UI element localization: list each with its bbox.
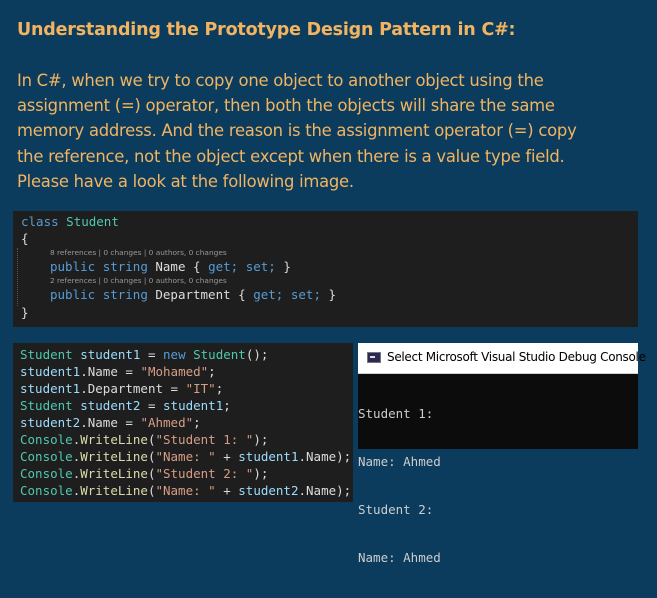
accessor-brace: } [328, 287, 337, 302]
string-literal: "Name: " [155, 449, 216, 464]
article-paragraph: In C#, when we try to copy one object to… [17, 68, 647, 194]
console-title-bar: Select Microsoft Visual Studio Debug Con… [358, 343, 646, 374]
class-code-block: class Student { 8 references | 0 changes… [13, 211, 638, 327]
accessor-brace: } [283, 259, 291, 274]
method-writeline: WriteLine [80, 449, 148, 464]
console-line: Student 1: [358, 406, 434, 421]
string-literal: "Name: " [155, 483, 216, 498]
accessor-brace: { [193, 259, 201, 274]
class-console: Console [20, 466, 73, 481]
paragraph-line: memory address. And the reason is the as… [17, 121, 577, 141]
keyword-public: public [50, 259, 96, 274]
operator: = [140, 347, 164, 362]
keyword-public: public [50, 287, 96, 302]
variable: student2 [20, 415, 81, 430]
member-access: .Department = [80, 381, 186, 396]
console-window-icon [367, 352, 381, 363]
console-title: Select Microsoft Visual Studio Debug Con… [387, 350, 646, 364]
variable: student1 [20, 364, 81, 379]
keyword-string: string [102, 287, 148, 302]
punctuation: ; [193, 415, 201, 430]
punctuation: (); [245, 347, 269, 362]
paragraph-line: assignment (=) operator, then both the o… [17, 96, 555, 116]
open-brace: { [21, 231, 29, 246]
punctuation: ; [215, 381, 224, 396]
console-output: Student 1: Name: Ahmed Student 2: Name: … [358, 374, 441, 598]
variable: student1 [163, 398, 224, 413]
code-line: Console.WriteLine("Name: " + student1.Na… [20, 449, 351, 464]
indent-guide [17, 248, 18, 306]
punctuation: ); [336, 483, 352, 498]
class-name: Student [66, 214, 119, 229]
property-name: Name [155, 259, 186, 274]
variable: student2 [80, 398, 141, 413]
keyword-set: set; [245, 259, 276, 274]
variable: student1 [238, 449, 299, 464]
method-writeline: WriteLine [80, 483, 148, 498]
code-line: Console.WriteLine("Student 1: "); [20, 432, 268, 447]
code-line: student1.Department = "IT"; [20, 381, 223, 396]
punctuation: ); [253, 466, 269, 481]
keyword-class: class [21, 214, 59, 229]
operator: + [215, 483, 239, 498]
code-line: Student student1 = new Student(); [20, 347, 268, 362]
paragraph-line: the reference, not the object except whe… [17, 146, 565, 166]
keyword-set: set; [290, 287, 321, 302]
code-line: student2.Name = "Ahmed"; [20, 415, 201, 430]
class-console: Console [20, 432, 73, 447]
operator: = [140, 398, 164, 413]
type-name: Student [20, 347, 73, 362]
keyword-get: get; [253, 287, 284, 302]
variable: student1 [80, 347, 141, 362]
close-brace: } [21, 305, 29, 320]
punctuation: ; [208, 364, 216, 379]
keyword-string: string [102, 259, 148, 274]
property-department: Department [155, 287, 231, 302]
code-line-prop-name: public string Name { get; set; } [50, 259, 291, 274]
codelens-info: 8 references | 0 changes | 0 authors, 0 … [50, 248, 227, 257]
code-line: Student student2 = student1; [20, 398, 231, 413]
type-name: Student [20, 398, 73, 413]
console-line: Name: Ahmed [358, 550, 441, 565]
type-name: Student [193, 347, 246, 362]
string-literal: "Ahmed" [140, 415, 194, 430]
punctuation: ); [253, 432, 269, 447]
paragraph-line: Please have a look at the following imag… [17, 171, 354, 191]
operator: + [215, 449, 239, 464]
class-console: Console [20, 483, 73, 498]
console-line: Name: Ahmed [358, 454, 441, 469]
keyword-new: new [163, 347, 186, 362]
variable: student2 [238, 483, 299, 498]
code-line-prop-department: public string Department { get; set; } [50, 287, 336, 302]
main-code-block: Student student1 = new Student(); studen… [13, 343, 353, 502]
string-literal: "Student 2: " [155, 466, 254, 481]
accessor-brace: { [238, 287, 246, 302]
code-line: Console.WriteLine("Name: " + student2.Na… [20, 483, 351, 498]
keyword-get: get; [208, 259, 239, 274]
method-writeline: WriteLine [80, 432, 148, 447]
console-line: Student 2: [358, 502, 434, 517]
punctuation: ); [336, 449, 352, 464]
class-console: Console [20, 449, 73, 464]
punctuation: ; [223, 398, 231, 413]
article-heading: Understanding the Prototype Design Patte… [17, 20, 516, 40]
codelens-info: 2 references | 0 changes | 0 authors, 0 … [50, 276, 227, 285]
debug-console-window: Select Microsoft Visual Studio Debug Con… [358, 343, 646, 565]
member-access: .Name = [80, 364, 141, 379]
member-access: .Name [298, 449, 337, 464]
paragraph-line: In C#, when we try to copy one object to… [17, 71, 544, 90]
member-access: .Name = [80, 415, 141, 430]
code-line-class: class Student [21, 214, 119, 229]
string-literal: "Student 1: " [155, 432, 254, 447]
string-literal: "IT" [185, 381, 216, 396]
member-access: .Name [298, 483, 337, 498]
string-literal: "Mohamed" [140, 364, 209, 379]
code-line: Console.WriteLine("Student 2: "); [20, 466, 268, 481]
variable: student1 [20, 381, 81, 396]
code-line: student1.Name = "Mohamed"; [20, 364, 216, 379]
method-writeline: WriteLine [80, 466, 148, 481]
